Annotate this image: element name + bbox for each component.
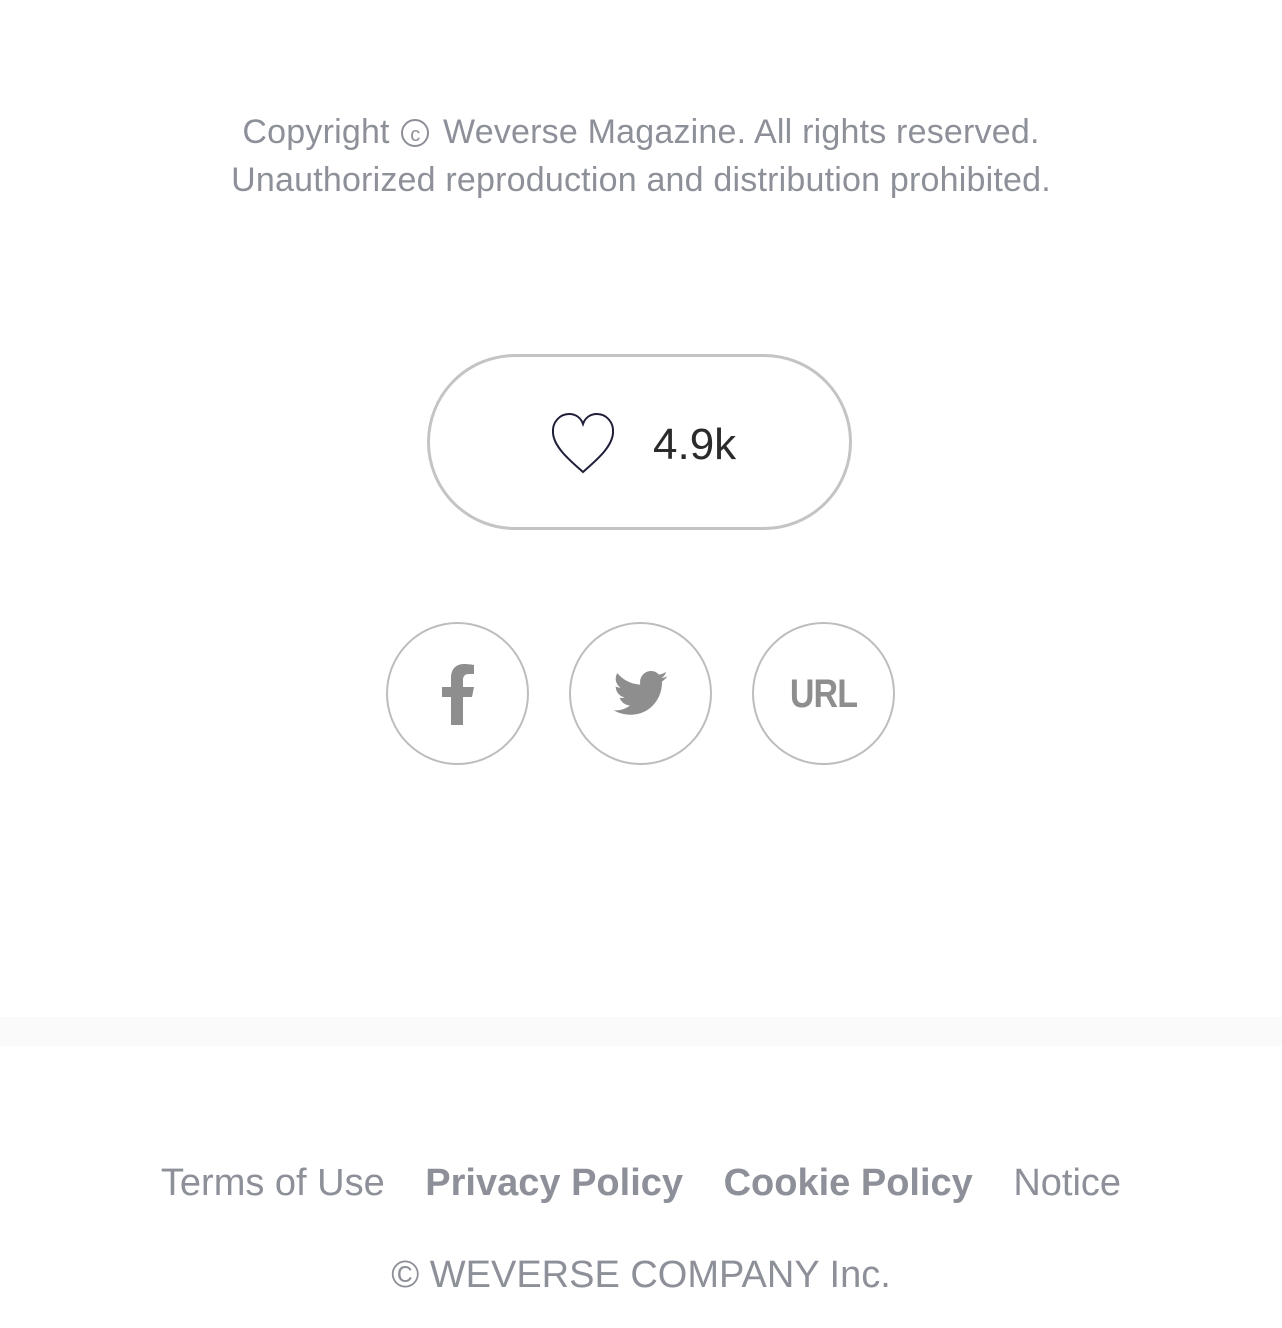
heart-icon <box>551 412 615 474</box>
footer-divider <box>0 1017 1282 1046</box>
like-button[interactable]: 4.9k <box>427 354 852 530</box>
cookie-policy-link[interactable]: Cookie Policy <box>724 1162 973 1204</box>
reproduction-notice: Unauthorized reproduction and distributi… <box>231 161 1051 199</box>
terms-of-use-link[interactable]: Terms of Use <box>161 1162 385 1204</box>
notice-link[interactable]: Notice <box>1013 1162 1121 1204</box>
copyright-line: Copyright c Weverse Magazine. All rights… <box>0 108 1282 156</box>
url-label: URL <box>789 672 858 716</box>
like-count: 4.9k <box>653 420 737 469</box>
facebook-icon <box>441 663 474 725</box>
share-twitter-button[interactable] <box>569 622 712 765</box>
twitter-icon <box>612 670 668 715</box>
copyright-prefix: Copyright <box>242 113 390 151</box>
copyright-suffix: Weverse Magazine. All rights reserved. <box>443 113 1040 151</box>
copyright-c-icon: c <box>401 119 430 147</box>
share-facebook-button[interactable] <box>386 622 529 765</box>
privacy-policy-link[interactable]: Privacy Policy <box>425 1162 683 1204</box>
share-url-button[interactable]: URL <box>752 622 895 765</box>
footer-links: Terms of Use Privacy Policy Cookie Polic… <box>0 1158 1282 1208</box>
article-copyright: Copyright c Weverse Magazine. All rights… <box>0 108 1282 204</box>
company-copyright: © WEVERSE COMPANY Inc. <box>391 1254 891 1296</box>
